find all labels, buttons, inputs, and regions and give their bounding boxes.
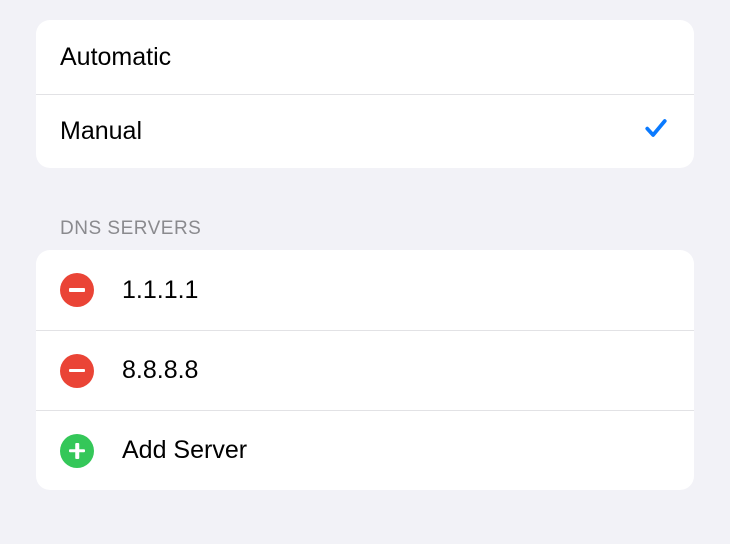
config-mode-group: Automatic Manual	[36, 20, 694, 168]
checkmark-icon	[642, 114, 670, 150]
dns-servers-group: 1.1.1.1 8.8.8.8 Add Server	[36, 250, 694, 490]
remove-icon[interactable]	[60, 273, 94, 307]
remove-icon[interactable]	[60, 354, 94, 388]
config-option-automatic[interactable]: Automatic	[36, 20, 694, 94]
dns-servers-header: DNS SERVERS	[36, 218, 694, 250]
dns-server-row[interactable]: 8.8.8.8	[36, 330, 694, 410]
add-server-row[interactable]: Add Server	[36, 410, 694, 490]
dns-server-row[interactable]: 1.1.1.1	[36, 250, 694, 330]
dns-server-address: 1.1.1.1	[122, 276, 670, 305]
add-server-label: Add Server	[122, 436, 670, 465]
config-option-label: Automatic	[60, 43, 670, 72]
config-option-manual[interactable]: Manual	[36, 94, 694, 168]
dns-server-address: 8.8.8.8	[122, 356, 670, 385]
config-option-label: Manual	[60, 117, 642, 146]
add-icon[interactable]	[60, 434, 94, 468]
